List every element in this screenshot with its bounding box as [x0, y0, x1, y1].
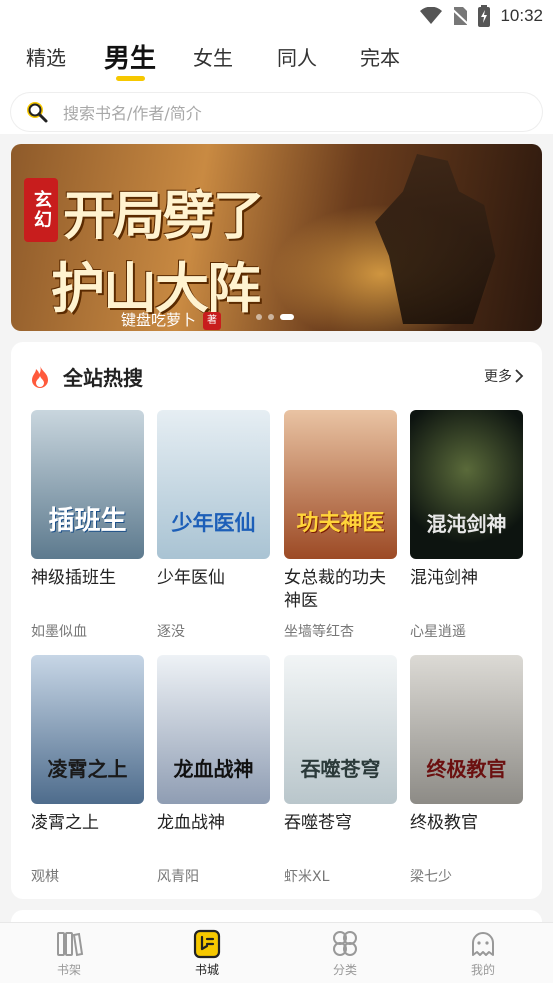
- book-item[interactable]: 凌霄之上 凌霄之上 观棋: [31, 655, 144, 886]
- banner-dot-active[interactable]: [280, 314, 294, 320]
- book-item[interactable]: 终极教官 终极教官 梁七少: [410, 655, 523, 886]
- book-cover[interactable]: 混沌剑神: [410, 410, 523, 559]
- book-author: 风青阳: [157, 869, 199, 885]
- hot-search-section: 全站热搜 更多 插班生 神级插班生 如墨似血 少年医仙 少年医仙 逐没 功夫神医…: [11, 342, 542, 899]
- tab-featured[interactable]: 精选: [26, 42, 66, 71]
- book-author: 虾米XL: [284, 869, 330, 885]
- status-icons: 10:32: [420, 4, 543, 28]
- wifi-icon: [420, 7, 443, 24]
- book-title[interactable]: 龙血战神: [157, 812, 270, 858]
- profile-icon: [472, 932, 494, 956]
- book-author: 逐没: [157, 624, 185, 640]
- book-title[interactable]: 神级插班生: [31, 567, 144, 613]
- cover-title: 龙血战神: [173, 757, 254, 781]
- bookshelf-icon: [57, 932, 84, 957]
- nav-bookshelf[interactable]: 书架: [29, 929, 109, 978]
- more-label[interactable]: 更多: [484, 366, 512, 386]
- nav-profile[interactable]: 我的: [443, 929, 523, 978]
- tab-completed[interactable]: 完本: [360, 42, 400, 71]
- nav-label[interactable]: 分类: [305, 961, 385, 978]
- book-cover[interactable]: 终极教官: [410, 655, 523, 804]
- book-title[interactable]: 凌霄之上: [31, 812, 144, 858]
- more-button[interactable]: 更多: [484, 366, 524, 386]
- battery-icon: [478, 5, 491, 27]
- book-cover[interactable]: 吞噬苍穹: [284, 655, 397, 804]
- chevron-right-icon: [515, 369, 524, 383]
- search-bar[interactable]: 搜索书名/作者/简介: [11, 93, 542, 131]
- book-item[interactable]: 少年医仙 少年医仙 逐没: [157, 410, 270, 641]
- book-item[interactable]: 混沌剑神 混沌剑神 心星逍遥: [410, 410, 523, 641]
- banner-pagination: [256, 314, 294, 320]
- category-icon: [333, 931, 357, 956]
- book-title[interactable]: 吞噬苍穹: [284, 812, 397, 858]
- banner-genre-tag: 玄幻: [24, 178, 58, 242]
- cover-title: 功夫神医: [296, 510, 385, 536]
- banner-dot[interactable]: [268, 314, 274, 320]
- book-title[interactable]: 混沌剑神: [410, 567, 523, 613]
- bookstore-icon: [193, 929, 221, 959]
- section-header: 全站热搜 更多: [11, 360, 542, 390]
- cover-title: 终极教官: [426, 757, 507, 781]
- book-item[interactable]: 插班生 神级插班生 如墨似血: [31, 410, 144, 641]
- book-author: 梁七少: [410, 869, 452, 885]
- banner-seal: 著: [203, 312, 221, 330]
- fire-icon: [32, 365, 48, 388]
- nav-bookstore[interactable]: 书城: [167, 929, 247, 978]
- bottom-nav: 书架 书城 分类 我的: [0, 922, 553, 983]
- nav-label[interactable]: 书城: [167, 961, 247, 978]
- cover-title: 少年医仙: [171, 510, 256, 535]
- search-placeholder[interactable]: 搜索书名/作者/简介: [63, 100, 202, 124]
- book-cover[interactable]: 凌霄之上: [31, 655, 144, 804]
- status-bar: 10:32: [0, 0, 553, 32]
- status-time: 10:32: [500, 6, 543, 25]
- nav-label[interactable]: 书架: [29, 961, 109, 978]
- no-sim-icon: [452, 7, 469, 25]
- book-title[interactable]: 终极教官: [410, 812, 523, 858]
- top-area: 精选 男生 女生 同人 完本 搜索书名/作者/简介: [0, 32, 553, 134]
- book-cover[interactable]: 少年医仙: [157, 410, 270, 559]
- book-author: 如墨似血: [31, 624, 87, 640]
- book-author: 坐墙等红杏: [284, 624, 354, 640]
- banner-dot[interactable]: [256, 314, 262, 320]
- book-item[interactable]: 吞噬苍穹 吞噬苍穹 虾米XL: [284, 655, 397, 886]
- book-title[interactable]: 少年医仙: [157, 567, 270, 613]
- cover-title: 插班生: [48, 506, 127, 536]
- search-icon: [27, 102, 48, 123]
- cover-title: 吞噬苍穹: [300, 757, 381, 781]
- book-cover[interactable]: 插班生: [31, 410, 144, 559]
- tab-female[interactable]: 女生: [193, 42, 233, 71]
- tab-male[interactable]: 男生: [104, 38, 156, 75]
- banner-title-line1: 开局劈了: [63, 186, 265, 247]
- promo-banner[interactable]: 玄幻 开局劈了 护山大阵 键盘吃萝卜 著: [11, 144, 542, 331]
- section-title: 全站热搜: [63, 366, 143, 390]
- category-tabs: 精选 男生 女生 同人 完本: [0, 32, 553, 84]
- book-author: 观棋: [31, 869, 59, 885]
- cover-title: 混沌剑神: [426, 512, 507, 536]
- tab-fan-fiction[interactable]: 同人: [277, 42, 317, 71]
- nav-category[interactable]: 分类: [305, 929, 385, 978]
- cover-title: 凌霄之上: [47, 757, 128, 781]
- banner-author: 键盘吃萝卜: [121, 311, 197, 329]
- book-author: 心星逍遥: [410, 624, 466, 640]
- book-item[interactable]: 功夫神医 女总裁的功夫神医 坐墙等红杏: [284, 410, 397, 641]
- active-tab-indicator: [116, 76, 145, 81]
- book-title[interactable]: 女总裁的功夫神医: [284, 567, 397, 613]
- book-cover[interactable]: 功夫神医: [284, 410, 397, 559]
- book-cover[interactable]: 龙血战神: [157, 655, 270, 804]
- book-item[interactable]: 龙血战神 龙血战神 风青阳: [157, 655, 270, 886]
- nav-label[interactable]: 我的: [443, 961, 523, 978]
